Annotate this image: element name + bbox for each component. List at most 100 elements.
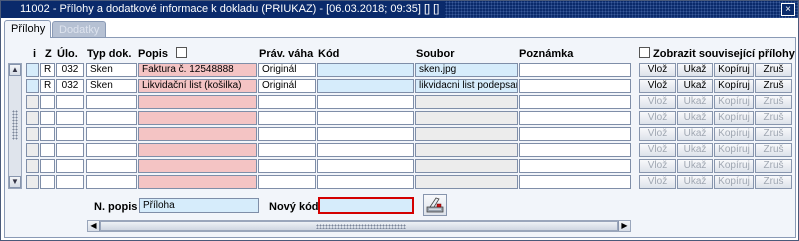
cell-poznamka[interactable]	[519, 175, 631, 189]
ukaz-button[interactable]: Ukaž	[677, 159, 713, 173]
cell-kod[interactable]	[317, 95, 414, 109]
n-popis-input[interactable]: Příloha	[139, 198, 259, 213]
cell-kod[interactable]	[317, 111, 414, 125]
cell-ulo[interactable]: 032	[56, 79, 84, 93]
cell-kod[interactable]	[317, 175, 414, 189]
cell-z[interactable]	[40, 111, 55, 125]
vloz-button[interactable]: Vlož	[639, 159, 676, 173]
cell-z[interactable]: R	[40, 63, 55, 77]
vloz-button[interactable]: Vlož	[639, 79, 676, 93]
horizontal-scrollbar[interactable]: ◀ ▶	[87, 220, 631, 232]
scroll-down-icon[interactable]: ▼	[9, 176, 21, 188]
zrus-button[interactable]: Zruš	[755, 111, 792, 125]
cell-prav[interactable]	[258, 143, 316, 157]
cell-kod[interactable]	[317, 143, 414, 157]
cell-prav[interactable]	[258, 111, 316, 125]
cell-typ[interactable]	[86, 111, 137, 125]
kopiruj-button[interactable]: Kopíruj	[714, 63, 754, 77]
ukaz-button[interactable]: Ukaž	[677, 95, 713, 109]
cell-z[interactable]	[40, 159, 55, 173]
novy-kod-input[interactable]	[318, 197, 414, 214]
kopiruj-button[interactable]: Kopíruj	[714, 111, 754, 125]
cell-typ[interactable]: Sken	[86, 79, 137, 93]
cell-prav[interactable]	[258, 95, 316, 109]
cell-ulo[interactable]	[56, 111, 84, 125]
cell-z[interactable]	[40, 127, 55, 141]
kopiruj-button[interactable]: Kopíruj	[714, 79, 754, 93]
cell-typ[interactable]	[86, 175, 137, 189]
cell-soubor[interactable]	[415, 95, 518, 109]
cell-ulo[interactable]	[56, 127, 84, 141]
vloz-button[interactable]: Vlož	[639, 111, 676, 125]
cell-typ[interactable]	[86, 127, 137, 141]
cell-i[interactable]	[26, 127, 39, 141]
cell-i[interactable]	[26, 95, 39, 109]
ukaz-button[interactable]: Ukaž	[677, 143, 713, 157]
scroll-thumb[interactable]	[100, 221, 618, 231]
kopiruj-button[interactable]: Kopíruj	[714, 143, 754, 157]
cell-typ[interactable]	[86, 143, 137, 157]
cell-soubor[interactable]	[415, 175, 518, 189]
cell-ulo[interactable]	[56, 143, 84, 157]
tab-prilohy[interactable]: Přílohy	[4, 20, 51, 38]
cell-prav[interactable]	[258, 175, 316, 189]
scanner-button[interactable]	[423, 194, 447, 216]
cell-i[interactable]	[26, 111, 39, 125]
cell-i[interactable]	[26, 175, 39, 189]
cell-kod[interactable]	[317, 63, 414, 77]
scroll-up-icon[interactable]: ▲	[9, 64, 21, 76]
zrus-button[interactable]: Zruš	[755, 127, 792, 141]
cell-poznamka[interactable]	[519, 159, 631, 173]
kopiruj-button[interactable]: Kopíruj	[714, 127, 754, 141]
cell-soubor[interactable]: sken.jpg	[415, 63, 518, 77]
cell-typ[interactable]	[86, 95, 137, 109]
cell-i[interactable]	[26, 143, 39, 157]
cell-poznamka[interactable]	[519, 95, 631, 109]
cell-ulo[interactable]: 032	[56, 63, 84, 77]
zrus-button[interactable]: Zruš	[755, 143, 792, 157]
ukaz-button[interactable]: Ukaž	[677, 175, 713, 189]
cell-popis[interactable]	[138, 143, 257, 157]
zrus-button[interactable]: Zruš	[755, 79, 792, 93]
cell-z[interactable]: R	[40, 79, 55, 93]
close-button[interactable]: ×	[781, 3, 795, 16]
scroll-left-icon[interactable]: ◀	[88, 221, 100, 231]
tab-dodatky[interactable]: Dodatky	[52, 21, 106, 38]
vloz-button[interactable]: Vlož	[639, 63, 676, 77]
popis-checkbox[interactable]	[176, 47, 187, 58]
cell-poznamka[interactable]	[519, 63, 631, 77]
kopiruj-button[interactable]: Kopíruj	[714, 175, 754, 189]
ukaz-button[interactable]: Ukaž	[677, 127, 713, 141]
cell-ulo[interactable]	[56, 159, 84, 173]
cell-poznamka[interactable]	[519, 79, 631, 93]
cell-i[interactable]	[26, 63, 39, 77]
cell-popis[interactable]	[138, 127, 257, 141]
cell-poznamka[interactable]	[519, 111, 631, 125]
vloz-button[interactable]: Vlož	[639, 95, 676, 109]
cell-popis[interactable]	[138, 111, 257, 125]
cell-prav[interactable]	[258, 159, 316, 173]
cell-kod[interactable]	[317, 159, 414, 173]
vloz-button[interactable]: Vlož	[639, 143, 676, 157]
cell-soubor[interactable]	[415, 111, 518, 125]
zrus-button[interactable]: Zruš	[755, 95, 792, 109]
cell-popis[interactable]	[138, 175, 257, 189]
cell-soubor[interactable]	[415, 127, 518, 141]
cell-ulo[interactable]	[56, 95, 84, 109]
cell-typ[interactable]: Sken	[86, 63, 137, 77]
cell-typ[interactable]	[86, 159, 137, 173]
cell-poznamka[interactable]	[519, 143, 631, 157]
cell-z[interactable]	[40, 143, 55, 157]
cell-i[interactable]	[26, 79, 39, 93]
cell-kod[interactable]	[317, 127, 414, 141]
ukaz-button[interactable]: Ukaž	[677, 111, 713, 125]
cell-prav[interactable]: Originál	[258, 79, 316, 93]
cell-i[interactable]	[26, 159, 39, 173]
cell-z[interactable]	[40, 95, 55, 109]
cell-soubor[interactable]	[415, 143, 518, 157]
ukaz-button[interactable]: Ukaž	[677, 79, 713, 93]
cell-kod[interactable]	[317, 79, 414, 93]
vloz-button[interactable]: Vlož	[639, 127, 676, 141]
vloz-button[interactable]: Vlož	[639, 175, 676, 189]
cell-soubor[interactable]	[415, 159, 518, 173]
